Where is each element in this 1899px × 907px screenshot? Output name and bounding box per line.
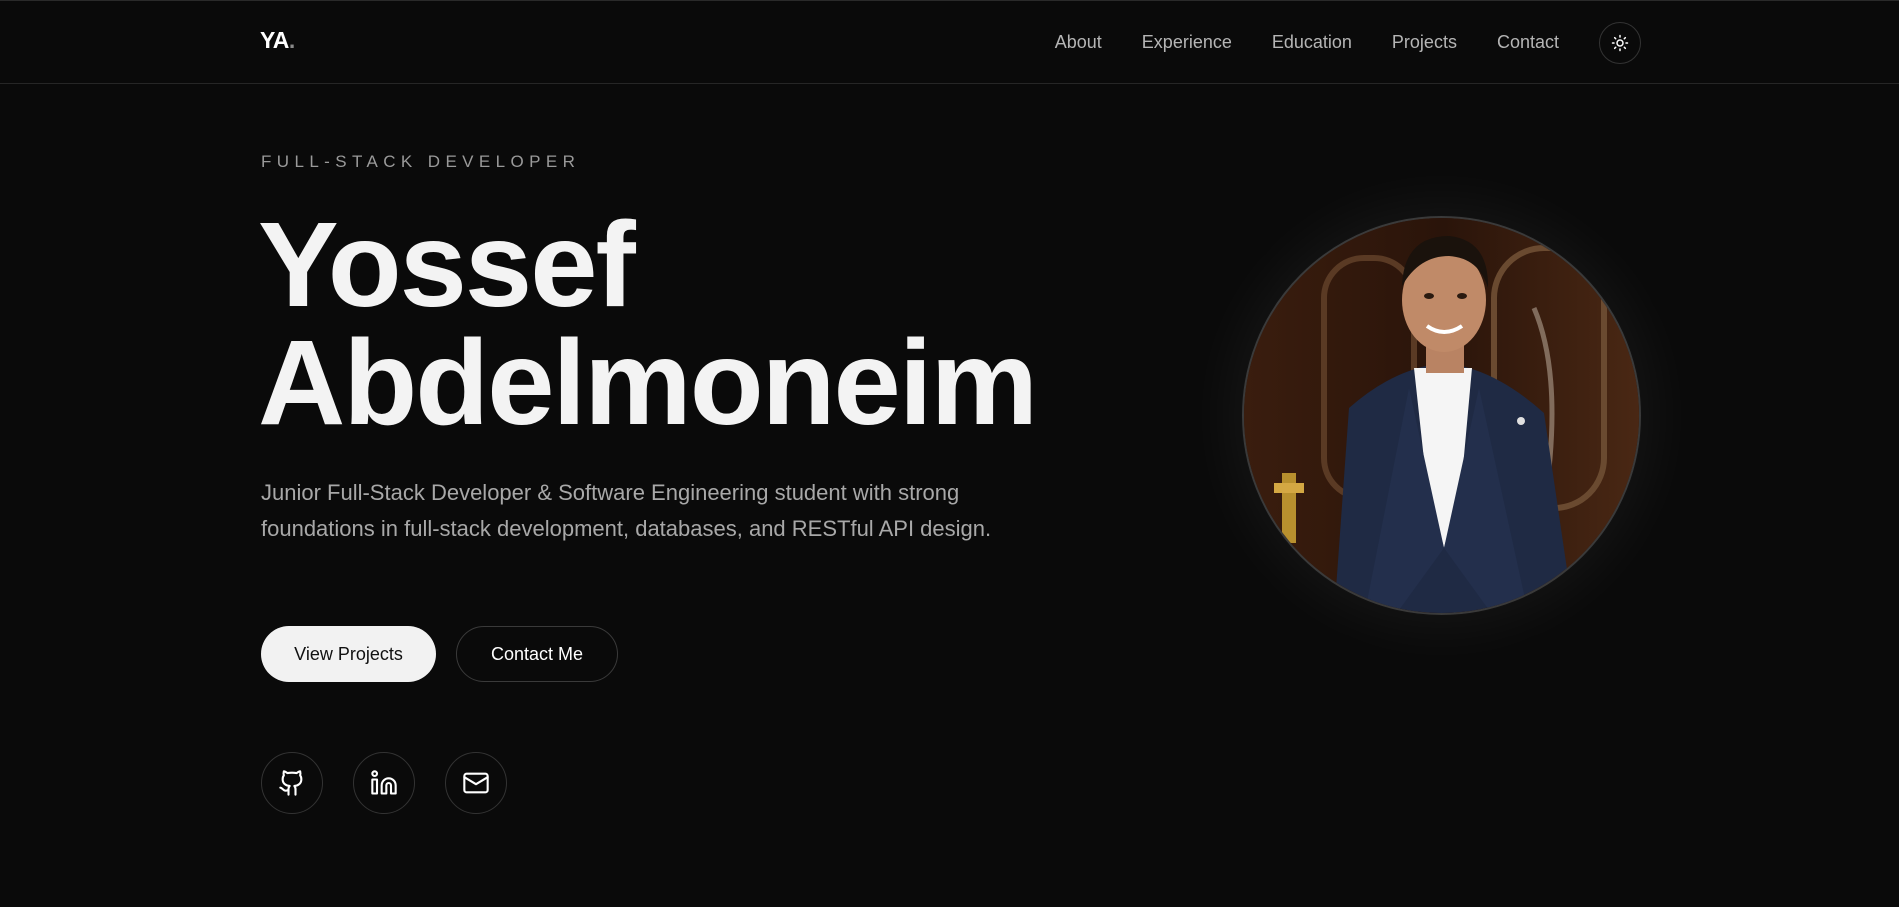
hero-eyebrow: FULL-STACK DEVELOPER (261, 152, 581, 171)
site-logo[interactable]: YA. (260, 27, 295, 54)
portfolio-page: YA. About Experience Education Projects … (0, 0, 1899, 907)
logo-dot: . (288, 27, 295, 53)
profile-photo-illustration (1244, 218, 1639, 613)
profile-photo (1242, 216, 1641, 615)
email-icon (463, 772, 489, 794)
nav-link-about[interactable]: About (1055, 32, 1102, 53)
hero-name: Yossef Abdelmoneim (258, 196, 1038, 450)
theme-toggle-button[interactable] (1599, 22, 1641, 64)
nav-link-projects[interactable]: Projects (1392, 32, 1457, 53)
nav-link-education[interactable]: Education (1272, 32, 1352, 53)
github-link[interactable] (261, 752, 323, 814)
email-link[interactable] (445, 752, 507, 814)
nav-link-contact[interactable]: Contact (1497, 32, 1559, 53)
github-icon (279, 770, 303, 796)
logo-text: YA (260, 27, 289, 53)
site-header: YA. About Experience Education Projects … (0, 0, 1899, 84)
hero-tagline: Junior Full-Stack Developer & Software E… (261, 480, 992, 541)
linkedin-icon (371, 770, 397, 795)
view-projects-button[interactable]: View Projects (261, 626, 436, 682)
nav-link-experience[interactable]: Experience (1142, 32, 1232, 53)
main-nav: About Experience Education Projects Cont… (1055, 32, 1559, 53)
linkedin-link[interactable] (353, 752, 415, 814)
contact-me-button[interactable]: Contact Me (456, 626, 618, 682)
sun-icon (1611, 34, 1629, 52)
hero-first-name: Yossef (258, 196, 636, 332)
hero-last-name: Abdelmoneim (258, 314, 1038, 450)
